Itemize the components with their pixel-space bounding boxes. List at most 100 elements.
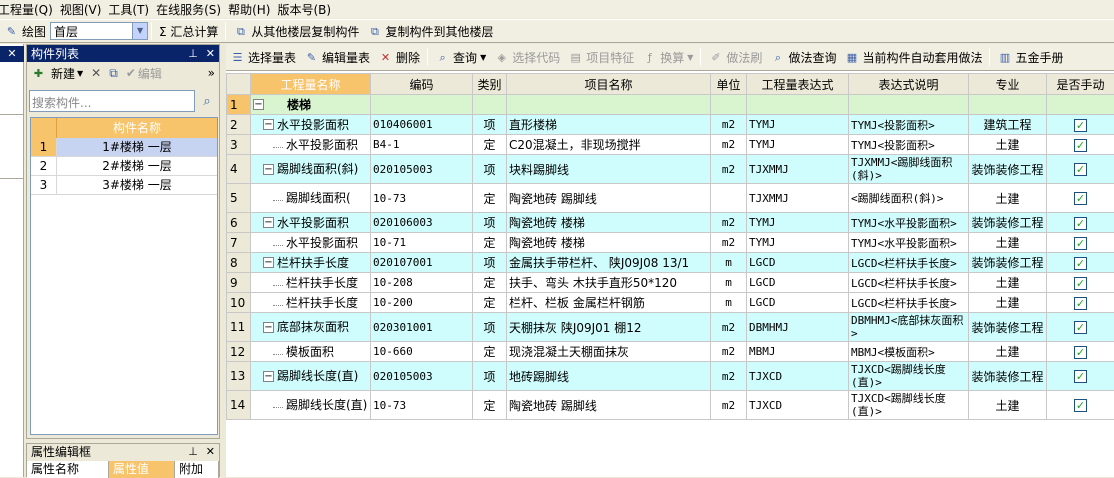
quantity-name-cell[interactable]: −栏杆扶手长度 [251, 253, 371, 273]
search-input[interactable]: 搜索构件... [29, 90, 195, 112]
manual-cell[interactable] [1047, 95, 1114, 115]
table-row[interactable]: 1−楼梯 [227, 95, 1114, 115]
expression-cell[interactable]: TJXMMJ [747, 184, 849, 213]
collapse-icon[interactable]: − [263, 164, 274, 175]
row-number-cell[interactable]: 7 [227, 233, 251, 253]
expression-desc-cell[interactable]: MBMJ<模板面积> [849, 342, 969, 362]
row-number-cell[interactable]: 1 [227, 95, 251, 115]
expression-cell[interactable]: DBMHMJ [747, 313, 849, 342]
manual-checkbox[interactable]: ✓ [1074, 321, 1087, 334]
expression-desc-cell[interactable]: TYMJ<投影面积> [849, 135, 969, 155]
major-cell[interactable]: 土建 [969, 135, 1047, 155]
expression-cell[interactable]: TYMJ [747, 213, 849, 233]
type-cell[interactable]: 定 [473, 391, 507, 420]
major-cell[interactable]: 装饰装修工程 [969, 213, 1047, 233]
column-header[interactable]: 表达式说明 [849, 74, 969, 95]
quantity-name-cell[interactable]: −踢脚线面积(斜) [251, 155, 371, 184]
type-cell[interactable]: 定 [473, 135, 507, 155]
item-name-cell[interactable] [507, 95, 711, 115]
item-name-cell[interactable]: 现浇混凝土天棚面抹灰 [507, 342, 711, 362]
code-cell[interactable]: 10-208 [371, 273, 473, 293]
manual-cell[interactable]: ✓ [1047, 155, 1114, 184]
collapse-icon[interactable]: − [253, 99, 264, 110]
item-name-cell[interactable]: 扶手、弯头 木扶手直形50*120 [507, 273, 711, 293]
major-cell[interactable] [969, 95, 1047, 115]
expression-cell[interactable]: LGCD [747, 273, 849, 293]
major-cell[interactable]: 装饰装修工程 [969, 253, 1047, 273]
copy-icon[interactable]: ⧉ [109, 66, 118, 81]
manual-checkbox[interactable]: ✓ [1074, 297, 1087, 310]
row-number-cell[interactable]: 8 [227, 253, 251, 273]
expression-desc-cell[interactable]: TYMJ<水平投影面积> [849, 233, 969, 253]
unit-cell[interactable]: m2 [711, 362, 747, 391]
select-qty-button[interactable]: ☰选择量表 [226, 46, 300, 68]
item-name-cell[interactable]: 陶瓷地砖 踢脚线 [507, 391, 711, 420]
manual-cell[interactable]: ✓ [1047, 233, 1114, 253]
expression-cell[interactable]: MBMJ [747, 342, 849, 362]
menu-tools[interactable]: 工具(T) [108, 1, 156, 18]
quantity-name-cell[interactable]: −底部抹灰面积 [251, 313, 371, 342]
manual-checkbox[interactable]: ✓ [1074, 119, 1087, 132]
manual-checkbox[interactable]: ✓ [1074, 237, 1087, 250]
unit-cell[interactable]: m [711, 293, 747, 313]
unit-cell[interactable]: m2 [711, 313, 747, 342]
chevron-down-icon[interactable]: ▼ [77, 69, 83, 78]
expression-desc-cell[interactable]: TYMJ<水平投影面积> [849, 213, 969, 233]
expression-cell[interactable]: LGCD [747, 293, 849, 313]
expression-desc-cell[interactable] [849, 95, 969, 115]
quantity-name-cell[interactable]: 踢脚线面积( [251, 184, 371, 213]
code-cell[interactable]: 020106003 [371, 213, 473, 233]
quantity-name-cell[interactable]: 栏杆扶手长度 [251, 293, 371, 313]
major-cell[interactable]: 土建 [969, 293, 1047, 313]
item-name-cell[interactable]: 金属扶手带栏杆、 陕J09J08 13/1 [507, 253, 711, 273]
expression-cell[interactable]: TJXCD [747, 362, 849, 391]
manual-cell[interactable]: ✓ [1047, 362, 1114, 391]
collapse-icon[interactable]: − [263, 119, 274, 130]
row-number-cell[interactable]: 14 [227, 391, 251, 420]
menu-quantity[interactable]: 工程量(Q) [0, 1, 60, 18]
menu-view[interactable]: 视图(V) [60, 1, 109, 18]
type-cell[interactable]: 定 [473, 233, 507, 253]
expression-desc-cell[interactable]: TYMJ<投影面积> [849, 115, 969, 135]
collapse-icon[interactable]: − [263, 371, 274, 382]
table-row[interactable]: 11−底部抹灰面积020301001项天棚抹灰 陕J09J01 棚12m2DBM… [227, 313, 1114, 342]
unit-cell[interactable]: m2 [711, 342, 747, 362]
quantity-name-cell[interactable]: −楼梯 [251, 95, 371, 115]
row-number-cell[interactable]: 10 [227, 293, 251, 313]
close-icon[interactable]: ✕ [206, 47, 215, 60]
quantity-name-cell[interactable]: 踢脚线长度(直) [251, 391, 371, 420]
expression-cell[interactable]: TYMJ [747, 233, 849, 253]
quantity-name-cell[interactable]: −踢脚线长度(直) [251, 362, 371, 391]
list-item[interactable]: 3 3#楼梯 一层 [31, 176, 217, 195]
code-cell[interactable] [371, 95, 473, 115]
edit-qty-button[interactable]: ✎编辑量表 [300, 46, 374, 68]
column-header[interactable]: 专业 [969, 74, 1047, 95]
major-cell[interactable]: 土建 [969, 233, 1047, 253]
expression-desc-cell[interactable]: <踢脚线面积(斜)> [849, 184, 969, 213]
manual-cell[interactable]: ✓ [1047, 293, 1114, 313]
type-cell[interactable]: 项 [473, 253, 507, 273]
table-row[interactable]: 9栏杆扶手长度10-208定扶手、弯头 木扶手直形50*120mLGCDLGCD… [227, 273, 1114, 293]
row-number-cell[interactable]: 4 [227, 155, 251, 184]
table-row[interactable]: 3水平投影面积B4-1定C20混凝土，非现场搅拌m2TYMJTYMJ<投影面积>… [227, 135, 1114, 155]
table-row[interactable]: 8−栏杆扶手长度020107001项金属扶手带栏杆、 陕J09J08 13/1m… [227, 253, 1114, 273]
type-cell[interactable]: 项 [473, 362, 507, 391]
manual-checkbox[interactable]: ✓ [1074, 399, 1087, 412]
quantity-name-cell[interactable]: 栏杆扶手长度 [251, 273, 371, 293]
manual-cell[interactable]: ✓ [1047, 313, 1114, 342]
quantity-name-cell[interactable]: −水平投影面积 [251, 115, 371, 135]
type-cell[interactable]: 项 [473, 313, 507, 342]
type-cell[interactable]: 定 [473, 342, 507, 362]
type-cell[interactable]: 定 [473, 293, 507, 313]
major-cell[interactable]: 土建 [969, 184, 1047, 213]
method-brush-button[interactable]: ✐做法刷 [704, 46, 766, 68]
quantity-name-cell[interactable]: 水平投影面积 [251, 233, 371, 253]
major-cell[interactable]: 土建 [969, 273, 1047, 293]
unit-cell[interactable]: m2 [711, 233, 747, 253]
manual-checkbox[interactable]: ✓ [1074, 192, 1087, 205]
table-row[interactable]: 13−踢脚线长度(直)020105003项地砖踢脚线m2TJXCDTJXCD<踢… [227, 362, 1114, 391]
major-cell[interactable]: 土建 [969, 342, 1047, 362]
delete-icon[interactable]: ✕ [91, 66, 101, 80]
row-number-cell[interactable]: 5 [227, 184, 251, 213]
type-cell[interactable]: 项 [473, 115, 507, 135]
